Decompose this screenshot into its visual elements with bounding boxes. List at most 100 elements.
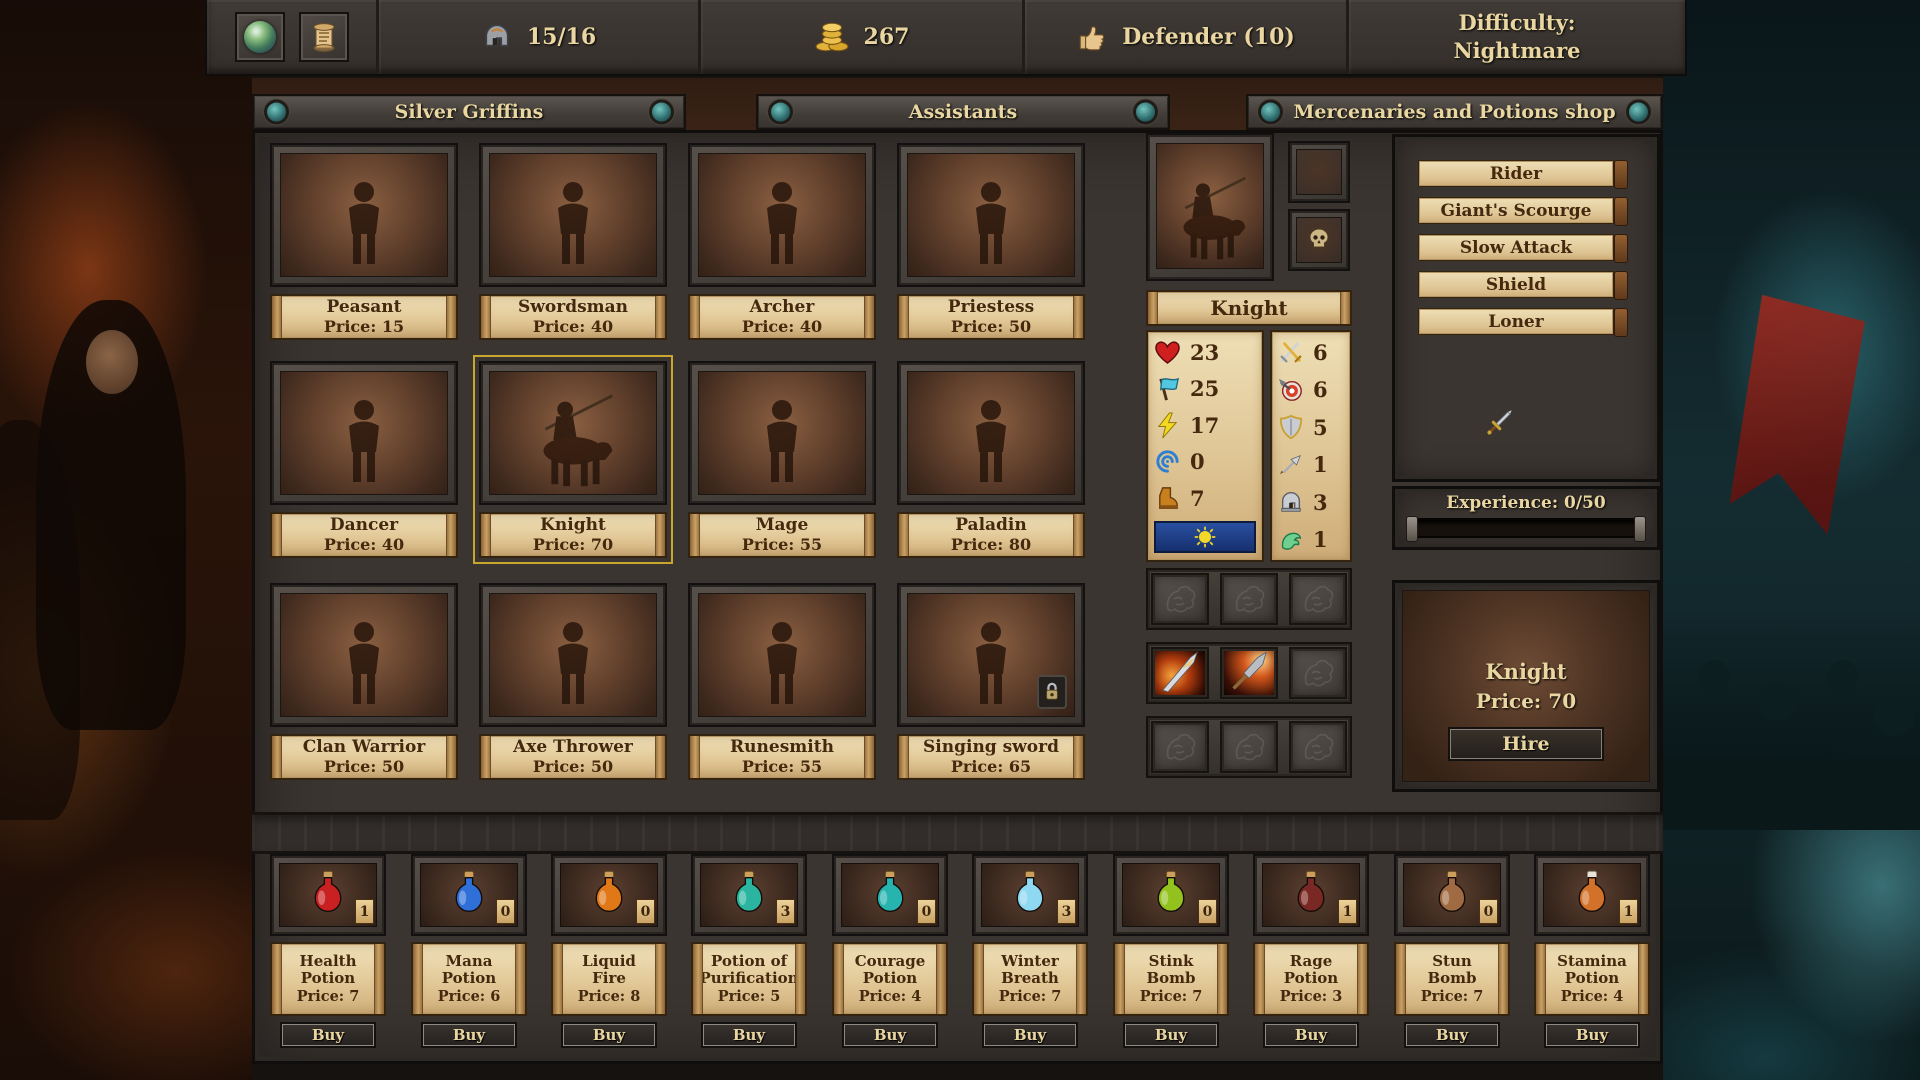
unit-card-archer[interactable]: ArcherPrice: 40 — [688, 143, 876, 340]
mercenary-shop-screen: 15/16 267 Defender (10) Difficult — [0, 0, 1920, 1080]
perk-label: Rider — [1490, 164, 1542, 184]
unit-silhouette — [732, 604, 832, 716]
potion-slot[interactable]: 1 — [270, 854, 386, 936]
unit-card-runesmith[interactable]: RunesmithPrice: 55 — [688, 583, 876, 780]
buy-button[interactable]: Buy — [282, 1024, 374, 1046]
unit-silhouette — [941, 164, 1041, 276]
potion-count-badge: 1 — [1338, 899, 1357, 924]
potion-bottle-icon — [729, 869, 769, 921]
potion-slot[interactable]: 1 — [1253, 854, 1369, 936]
ability-slot-empty — [1289, 647, 1347, 699]
background-right-scene — [1663, 0, 1920, 1080]
quest-scroll-button[interactable] — [299, 12, 349, 62]
perk-rider[interactable]: Rider — [1418, 160, 1614, 187]
magic-swirl-icon — [1154, 448, 1181, 475]
lock-icon — [1043, 681, 1061, 703]
potion-card-winter-breath: 3 Winter BreathPrice: 7 Buy — [972, 854, 1088, 1046]
unit-name: Peasant — [327, 298, 402, 317]
potion-count-badge: 3 — [776, 899, 795, 924]
ability-slot-empty — [1220, 573, 1278, 625]
unit-card-knight-selected[interactable]: KnightPrice: 70 — [479, 361, 667, 558]
perk-loner[interactable]: Loner — [1418, 308, 1614, 335]
potion-count-badge: 0 — [496, 899, 515, 924]
movement-boot-icon — [1154, 485, 1181, 512]
potion-price: Price: 4 — [1561, 988, 1624, 1005]
buy-button[interactable]: Buy — [1265, 1024, 1357, 1046]
experience-label: Experience: 0/50 — [1392, 493, 1660, 513]
buy-button[interactable]: Buy — [844, 1024, 936, 1046]
potion-price: Price: 8 — [578, 988, 641, 1005]
potion-card-stink-bomb: 0 Stink BombPrice: 7 Buy — [1113, 854, 1229, 1046]
potion-slot[interactable]: 3 — [691, 854, 807, 936]
unit-name: Runesmith — [730, 738, 834, 757]
ability-row-2 — [1146, 642, 1352, 704]
unit-card-peasant[interactable]: PeasantPrice: 15 — [270, 143, 458, 340]
experience-bar — [1412, 518, 1640, 538]
buy-button[interactable]: Buy — [984, 1024, 1076, 1046]
buy-button[interactable]: Buy — [423, 1024, 515, 1046]
unit-price: Price: 40 — [324, 535, 404, 554]
tab-mercenaries-shop[interactable]: Mercenaries and Potions shop — [1246, 94, 1663, 130]
unit-portrait — [698, 371, 866, 495]
unit-card-swordsman[interactable]: SwordsmanPrice: 40 — [479, 143, 667, 340]
unit-card-singing-sword[interactable]: Singing swordPrice: 65 — [897, 583, 1085, 780]
background-left-scene — [0, 0, 252, 1080]
stat-value: 6 — [1313, 340, 1328, 365]
unit-portrait — [280, 371, 448, 495]
unit-card-priestess[interactable]: PriestessPrice: 50 — [897, 143, 1085, 340]
griffin-emboss-icon — [1298, 653, 1338, 693]
buy-button[interactable]: Buy — [563, 1024, 655, 1046]
perk-label: Giant's Scourge — [1441, 201, 1592, 221]
ability-fiery-blade[interactable] — [1151, 647, 1209, 699]
unit-card-dancer[interactable]: DancerPrice: 40 — [270, 361, 458, 558]
potion-name: Health Potion — [283, 953, 373, 987]
skull-icon — [1305, 226, 1333, 254]
potion-slot[interactable]: 3 — [972, 854, 1088, 936]
potion-card-mana: 0 Mana PotionPrice: 6 Buy — [411, 854, 527, 1046]
unit-card-clan-warrior[interactable]: Clan WarriorPrice: 50 — [270, 583, 458, 780]
unit-portrait — [489, 153, 657, 277]
unit-portrait — [280, 593, 448, 717]
perk-giants-scourge[interactable]: Giant's Scourge — [1418, 197, 1614, 224]
ability-piercing-shot[interactable] — [1220, 647, 1278, 699]
perk-label: Shield — [1486, 275, 1546, 295]
defense-shield-icon — [1278, 414, 1304, 440]
buy-button[interactable]: Buy — [703, 1024, 795, 1046]
tab-label: Mercenaries and Potions shop — [1293, 101, 1615, 123]
potion-slot[interactable]: 0 — [411, 854, 527, 936]
buy-button[interactable]: Buy — [1125, 1024, 1217, 1046]
potion-slot[interactable]: 0 — [1394, 854, 1510, 936]
potion-slot[interactable]: 0 — [1113, 854, 1229, 936]
buy-button[interactable]: Buy — [1546, 1024, 1638, 1046]
hire-button[interactable]: Hire — [1450, 729, 1602, 759]
unit-card-mage[interactable]: MagePrice: 55 — [688, 361, 876, 558]
gold-section: 267 — [701, 0, 1025, 74]
tab-silver-griffins[interactable]: Silver Griffins — [252, 94, 686, 130]
tab-assistants[interactable]: Assistants — [756, 94, 1170, 130]
unit-card-axe-thrower[interactable]: Axe ThrowerPrice: 50 — [479, 583, 667, 780]
unit-portrait — [907, 371, 1075, 495]
undead-crowd-silhouette — [1663, 610, 1920, 830]
potion-slot[interactable]: 0 — [832, 854, 948, 936]
panel-divider-band — [252, 812, 1663, 854]
potion-slot[interactable]: 0 — [551, 854, 667, 936]
stat-value: 5 — [1313, 415, 1328, 440]
potion-count-badge: 0 — [917, 899, 936, 924]
perk-slow-attack[interactable]: Slow Attack — [1418, 234, 1614, 261]
potion-card-health: 1 Health PotionPrice: 7 Buy — [270, 854, 386, 1046]
ability-slot-empty — [1220, 721, 1278, 773]
perk-label: Slow Attack — [1460, 238, 1572, 258]
unit-card-paladin[interactable]: PaladinPrice: 80 — [897, 361, 1085, 558]
buy-button[interactable]: Buy — [1406, 1024, 1498, 1046]
stats-column-left: 23 25 17 0 7 — [1146, 330, 1264, 562]
perk-shield[interactable]: Shield — [1418, 271, 1614, 298]
equipment-slot-empty — [1288, 141, 1350, 203]
potion-slot[interactable]: 1 — [1534, 854, 1650, 936]
tab-ornament-icon — [1258, 100, 1283, 125]
potion-bottle-icon — [1572, 869, 1612, 921]
potion-price: Price: 7 — [1421, 988, 1484, 1005]
tab-label: Assistants — [909, 101, 1017, 123]
tab-ornament-icon — [1133, 100, 1158, 125]
world-map-button[interactable] — [235, 12, 285, 62]
potion-price: Price: 7 — [297, 988, 360, 1005]
